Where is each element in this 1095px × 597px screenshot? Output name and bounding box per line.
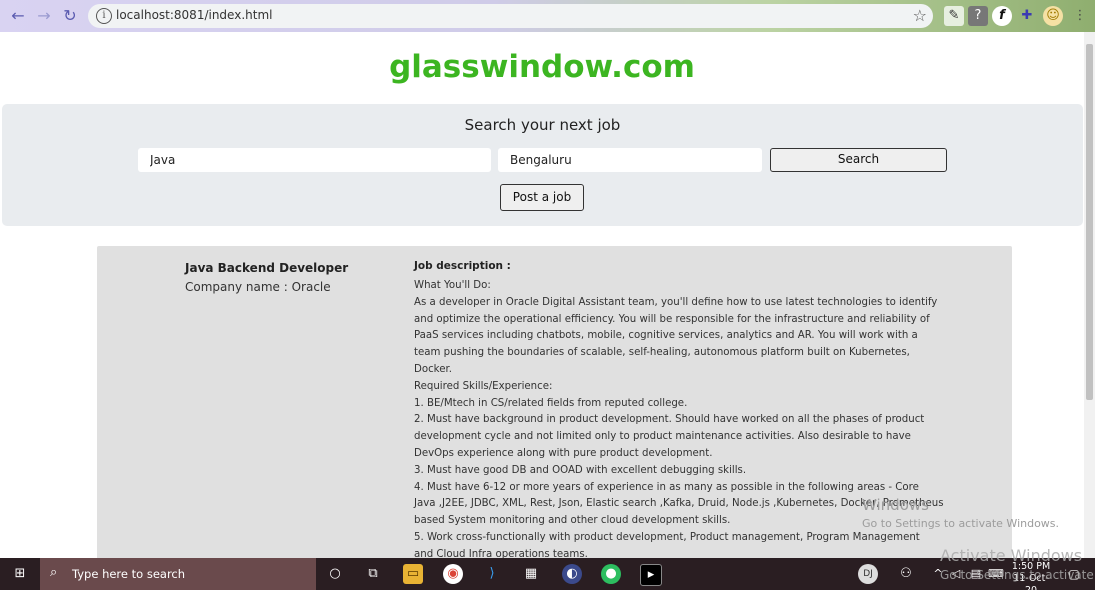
windows-start-icon[interactable]: ⊞ xyxy=(10,564,30,584)
keyword-input[interactable] xyxy=(138,148,491,172)
user-avatar[interactable]: DJ xyxy=(858,564,878,584)
description-line: 3. Must have good DB and OOAD with excel… xyxy=(414,464,747,476)
store-icon[interactable]: ▦ xyxy=(521,564,541,584)
description-line: 1. BE/Mtech in CS/related fields from re… xyxy=(414,397,688,409)
taskbar-search-placeholder: Type here to search xyxy=(72,567,186,581)
description-line: 4. Must have 6-12 or more years of exper… xyxy=(414,481,919,493)
people-icon[interactable]: ⚇ xyxy=(896,564,916,584)
browser-toolbar: ← → ↻ i localhost:8081/index.html ☆ ✎ ? … xyxy=(0,0,1095,32)
site-info-icon[interactable]: i xyxy=(96,8,112,24)
eclipse-icon[interactable]: ◐ xyxy=(562,564,582,584)
company-name: Company name : Oracle xyxy=(185,280,331,294)
profile-avatar-icon[interactable]: ☺ xyxy=(1043,6,1063,26)
description-line: development cycle and not limited only t… xyxy=(414,431,911,443)
task-view-icon[interactable]: ⧉ xyxy=(363,564,383,584)
activate-windows-subtitle: Go to Settings to activate xyxy=(940,568,1094,582)
description-line: 2. Must have background in product devel… xyxy=(414,414,925,426)
job-title: Java Backend Developer xyxy=(185,261,349,275)
pen-extension-icon[interactable]: ✎ xyxy=(944,6,964,26)
url-text: localhost:8081/index.html xyxy=(116,8,273,22)
description-line: Java ,J2EE, JDBC, XML, Rest, Json, Elast… xyxy=(414,498,944,510)
description-line: DevOps experience along with pure produc… xyxy=(414,447,713,459)
site-title: glasswindow.com xyxy=(389,49,695,85)
activate-windows-title: Activate Windows xyxy=(940,546,1083,565)
page-content: glasswindow.com Search your next job Sea… xyxy=(0,32,1084,558)
search-heading: Search your next job xyxy=(464,116,621,134)
address-bar[interactable]: i localhost:8081/index.html ☆ xyxy=(88,4,933,28)
search-panel: Search your next job Search Post a job xyxy=(2,104,1083,226)
description-line: As a developer in Oracle Digital Assista… xyxy=(414,296,938,308)
help-extension-icon[interactable]: ? xyxy=(968,6,988,26)
description-line: team pushing the boundaries of scalable,… xyxy=(414,347,910,359)
chrome-icon[interactable]: ◉ xyxy=(443,564,463,584)
file-explorer-icon[interactable]: ▭ xyxy=(403,564,423,584)
scrollbar-thumb[interactable] xyxy=(1086,44,1093,400)
post-job-button[interactable]: Post a job xyxy=(500,184,584,211)
forward-icon[interactable]: → xyxy=(34,6,54,26)
evernote-icon[interactable]: ● xyxy=(601,564,621,584)
terminal-icon[interactable]: ▸ xyxy=(640,564,662,586)
bookmark-star-icon[interactable]: ☆ xyxy=(913,6,927,25)
location-input[interactable] xyxy=(498,148,762,172)
job-description: What You'll Do: As a developer in Oracle… xyxy=(414,278,944,558)
description-line: Required Skills/Experience: xyxy=(414,380,553,392)
cortana-icon[interactable]: ○ xyxy=(325,564,345,584)
description-line: 5. Work cross-functionally with product … xyxy=(414,531,920,543)
vscode-icon[interactable]: ⟩ xyxy=(482,564,502,584)
back-icon[interactable]: ← xyxy=(8,6,28,26)
puzzle-extension-icon[interactable]: ✚ xyxy=(1017,6,1037,26)
job-description-heading: Job description : xyxy=(414,260,511,272)
description-line: and Cloud Infra operations teams. xyxy=(414,548,588,558)
windows-taskbar: ⊞ ⌕ Type here to search ○ ⧉ ▭ ◉ ⟩ ▦ ◐ ● … xyxy=(0,558,1095,596)
description-line: and optimize the operational efficiency.… xyxy=(414,313,930,325)
activation-watermark: Windows xyxy=(862,496,929,514)
menu-kebab-icon[interactable]: ⋮ xyxy=(1070,6,1090,26)
formula-extension-icon[interactable]: f xyxy=(992,6,1012,26)
page-scrollbar[interactable] xyxy=(1084,32,1095,558)
description-line: Docker. xyxy=(414,363,452,375)
search-icon: ⌕ xyxy=(50,565,58,580)
activation-watermark-sub: Go to Settings to activate Windows. xyxy=(862,517,1060,530)
taskbar-search-box[interactable]: ⌕ Type here to search xyxy=(40,558,316,590)
description-line: based System monitoring and other cloud … xyxy=(414,515,731,527)
search-button[interactable]: Search xyxy=(770,148,947,172)
description-line: PaaS services including chatbots, mobile… xyxy=(414,330,918,342)
reload-icon[interactable]: ↻ xyxy=(60,6,80,26)
description-line: What You'll Do: xyxy=(414,280,491,291)
